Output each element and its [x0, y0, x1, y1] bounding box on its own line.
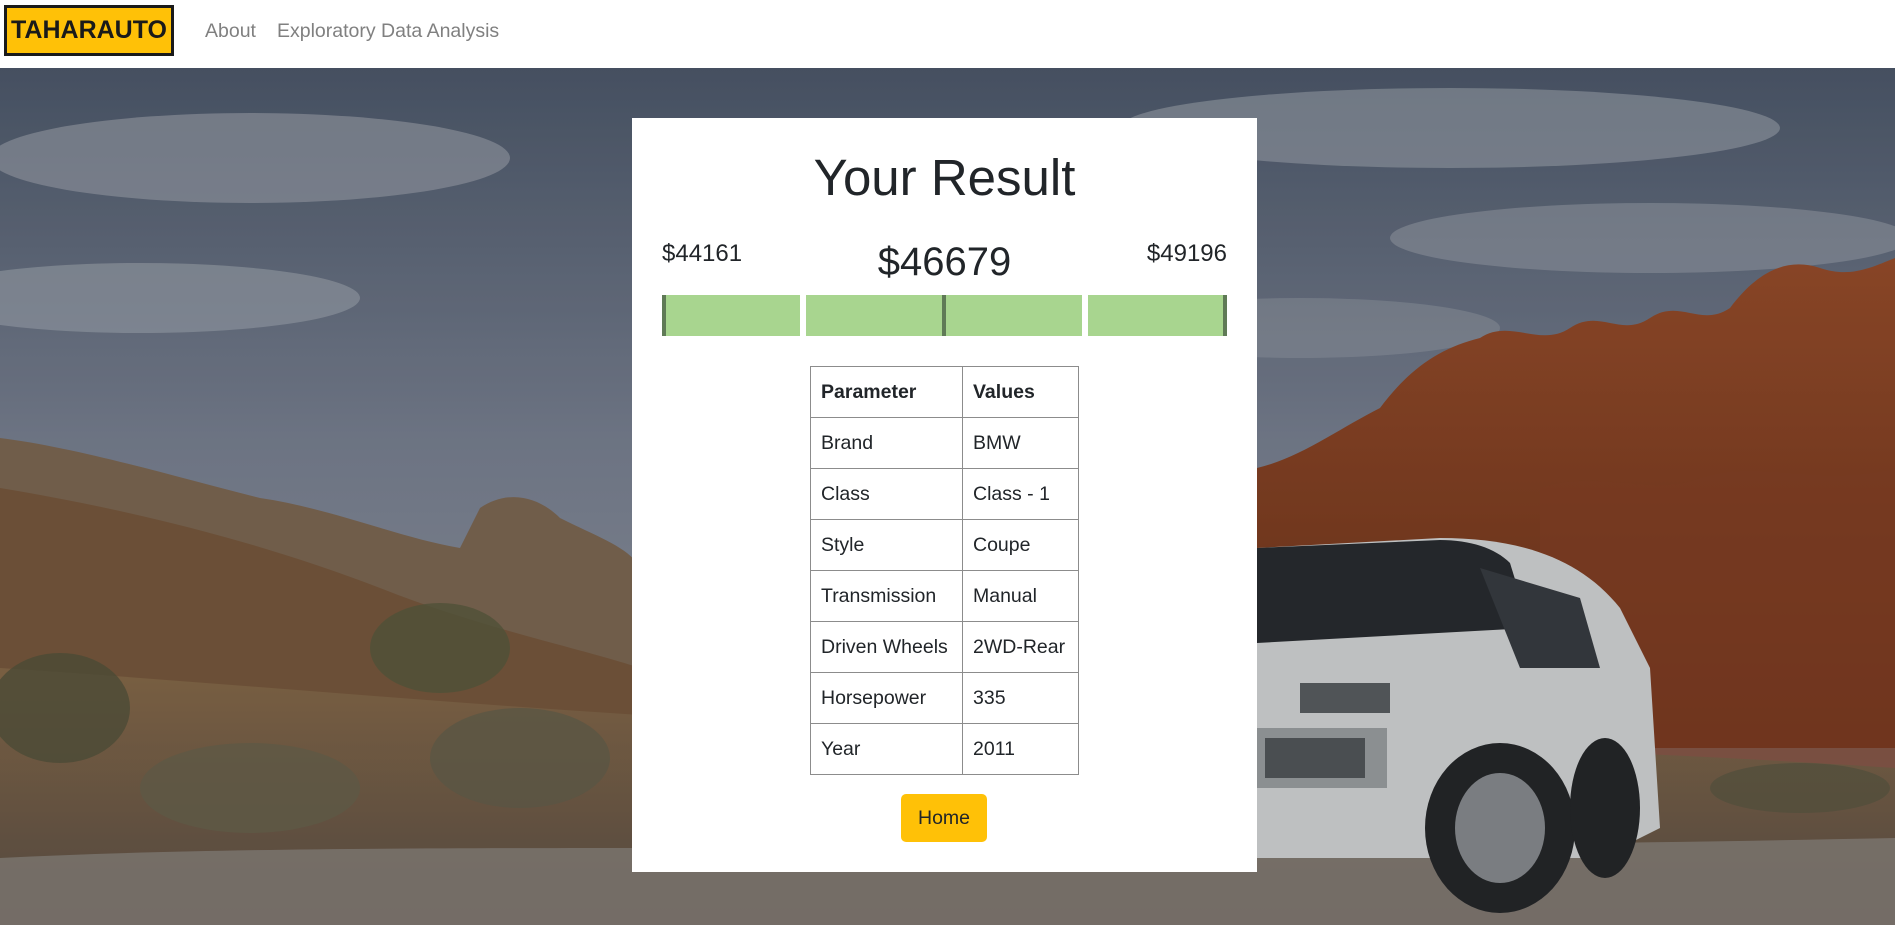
parameter-cell: Style	[810, 519, 963, 571]
column-header-parameter: Parameter	[810, 366, 963, 418]
result-title: Your Result	[813, 149, 1076, 206]
range-segment	[806, 295, 944, 336]
table-row: Brand BMW	[810, 417, 1079, 469]
brand-logo[interactable]: TAHARAUTO	[4, 5, 174, 56]
parameter-cell: Brand	[810, 417, 963, 469]
range-min-marker	[662, 295, 666, 336]
table-row: Class Class - 1	[810, 468, 1079, 520]
table-row: Horsepower 335	[810, 672, 1079, 724]
column-header-values: Values	[962, 366, 1079, 418]
table-row: Transmission Manual	[810, 570, 1079, 622]
range-segment	[1088, 295, 1227, 336]
range-segment	[662, 295, 800, 336]
result-card: Your Result $44161 $46679 $49196 Paramet…	[632, 118, 1257, 872]
value-cell: 335	[962, 672, 1079, 724]
value-cell: Coupe	[962, 519, 1079, 571]
value-cell: 2011	[962, 723, 1079, 775]
nav-link-exploratory-data-analysis[interactable]: Exploratory Data Analysis	[277, 20, 499, 43]
table-header-row: Parameter Values	[810, 366, 1079, 418]
price-range-high: $49196	[1146, 240, 1227, 267]
parameter-cell: Year	[810, 723, 963, 775]
parameter-cell: Driven Wheels	[810, 621, 963, 673]
parameter-cell: Horsepower	[810, 672, 963, 724]
range-estimate-marker	[942, 295, 946, 336]
value-cell: 2WD-Rear	[962, 621, 1079, 673]
parameters-table: Parameter Values Brand BMW Class Class -…	[810, 366, 1079, 775]
range-max-marker	[1223, 295, 1227, 336]
value-cell: BMW	[962, 417, 1079, 469]
table-row: Style Coupe	[810, 519, 1079, 571]
parameter-cell: Class	[810, 468, 963, 520]
table-row: Year 2011	[810, 723, 1079, 775]
navbar: TAHARAUTO About Exploratory Data Analysi…	[0, 0, 1895, 68]
range-segment	[944, 295, 1082, 336]
table-row: Driven Wheels 2WD-Rear	[810, 621, 1079, 673]
price-range-bar	[662, 295, 1227, 336]
value-cell: Class - 1	[962, 468, 1079, 520]
home-button[interactable]: Home	[901, 794, 987, 842]
nav-link-about[interactable]: About	[205, 20, 256, 43]
value-cell: Manual	[962, 570, 1079, 622]
parameter-cell: Transmission	[810, 570, 963, 622]
